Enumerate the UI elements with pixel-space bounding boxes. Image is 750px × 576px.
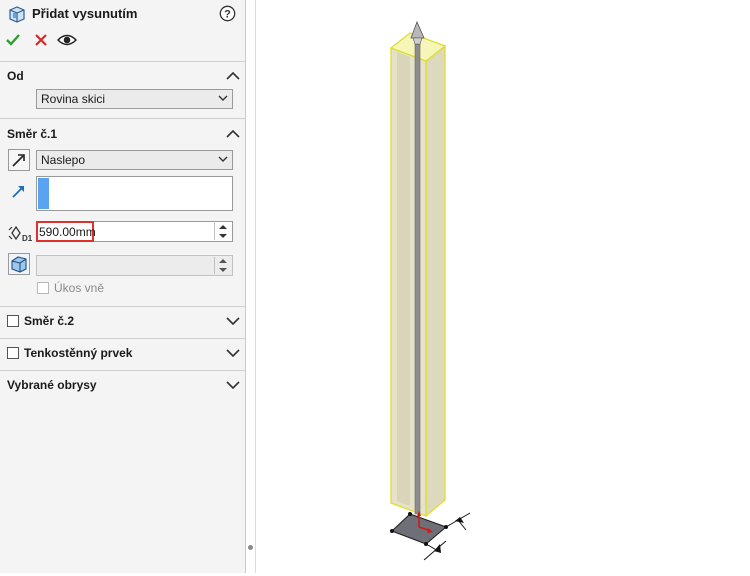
draft-icon bbox=[11, 256, 27, 273]
separator bbox=[0, 61, 246, 62]
selection-indicator bbox=[38, 178, 49, 209]
panel-splitter[interactable] bbox=[246, 0, 256, 573]
draft-angle-spinner bbox=[36, 255, 233, 276]
direction-selection-box[interactable] bbox=[36, 176, 233, 211]
drag-arrow-icon[interactable] bbox=[410, 20, 425, 39]
from-combo[interactable]: Rovina skici bbox=[36, 89, 233, 109]
property-manager-panel: Přidat vysunutím ? Od Rovina skici Směr … bbox=[0, 0, 246, 573]
draft-outward-label: Úkos vně bbox=[54, 281, 105, 295]
cross-icon bbox=[35, 34, 47, 46]
direction2-checkbox[interactable] bbox=[7, 315, 19, 327]
sketch-vertex bbox=[408, 512, 412, 516]
chevron-down-icon[interactable] bbox=[226, 316, 240, 326]
graphics-viewport[interactable] bbox=[257, 0, 750, 573]
reverse-direction-icon bbox=[12, 154, 25, 167]
depth-input[interactable]: 590.00mm bbox=[36, 221, 96, 242]
end-condition-value: Naslepo bbox=[41, 153, 86, 167]
preview-button[interactable] bbox=[56, 32, 78, 48]
thin-feature-checkbox[interactable] bbox=[7, 347, 19, 359]
separator bbox=[0, 306, 246, 307]
ok-button[interactable] bbox=[5, 32, 21, 48]
spin-down-icon[interactable] bbox=[215, 232, 231, 240]
direction-arrow-shaft bbox=[414, 43, 421, 515]
end-condition-combo[interactable]: Naslepo bbox=[36, 150, 233, 170]
sketch-vertex bbox=[390, 529, 394, 533]
chevron-down-icon bbox=[218, 95, 228, 101]
separator bbox=[0, 118, 246, 119]
draft-toggle-button[interactable] bbox=[8, 253, 30, 275]
feature-icon bbox=[7, 4, 27, 24]
separator bbox=[0, 370, 246, 371]
svg-text:?: ? bbox=[224, 9, 231, 21]
chevron-down-icon[interactable] bbox=[226, 348, 240, 358]
section-title-thin-feature: Tenkostěnný prvek bbox=[24, 346, 133, 360]
chevron-down-icon[interactable] bbox=[226, 380, 240, 390]
draft-outward-checkbox bbox=[37, 282, 49, 294]
splitter-handle[interactable] bbox=[248, 545, 253, 550]
from-combo-value: Rovina skici bbox=[41, 92, 106, 106]
section-title-from: Od bbox=[7, 69, 24, 83]
section-title-direction2: Směr č.2 bbox=[24, 314, 75, 328]
chevron-up-icon[interactable] bbox=[226, 71, 240, 81]
extrusion-preview bbox=[389, 20, 471, 561]
direction-vector-icon bbox=[10, 182, 28, 200]
depth-dimension-icon: D1 bbox=[8, 223, 33, 243]
chevron-down-icon bbox=[218, 156, 228, 162]
section-title-direction1: Směr č.1 bbox=[7, 127, 58, 141]
panel-title: Přidat vysunutím bbox=[32, 6, 138, 21]
help-icon[interactable]: ? bbox=[219, 5, 236, 22]
preview-side-face bbox=[425, 44, 446, 518]
check-icon bbox=[6, 34, 20, 46]
chevron-up-icon[interactable] bbox=[226, 129, 240, 139]
eye-icon bbox=[56, 34, 78, 46]
separator bbox=[0, 338, 246, 339]
spin-up-icon[interactable] bbox=[215, 223, 231, 231]
section-title-selected-contours: Vybrané obrysy bbox=[7, 378, 97, 392]
spin-down-icon bbox=[219, 268, 227, 272]
spin-up-icon bbox=[219, 259, 227, 263]
svg-text:D1: D1 bbox=[22, 234, 32, 243]
reverse-direction-button[interactable] bbox=[8, 149, 30, 171]
preview-shading bbox=[397, 52, 410, 506]
cancel-button[interactable] bbox=[33, 32, 49, 48]
